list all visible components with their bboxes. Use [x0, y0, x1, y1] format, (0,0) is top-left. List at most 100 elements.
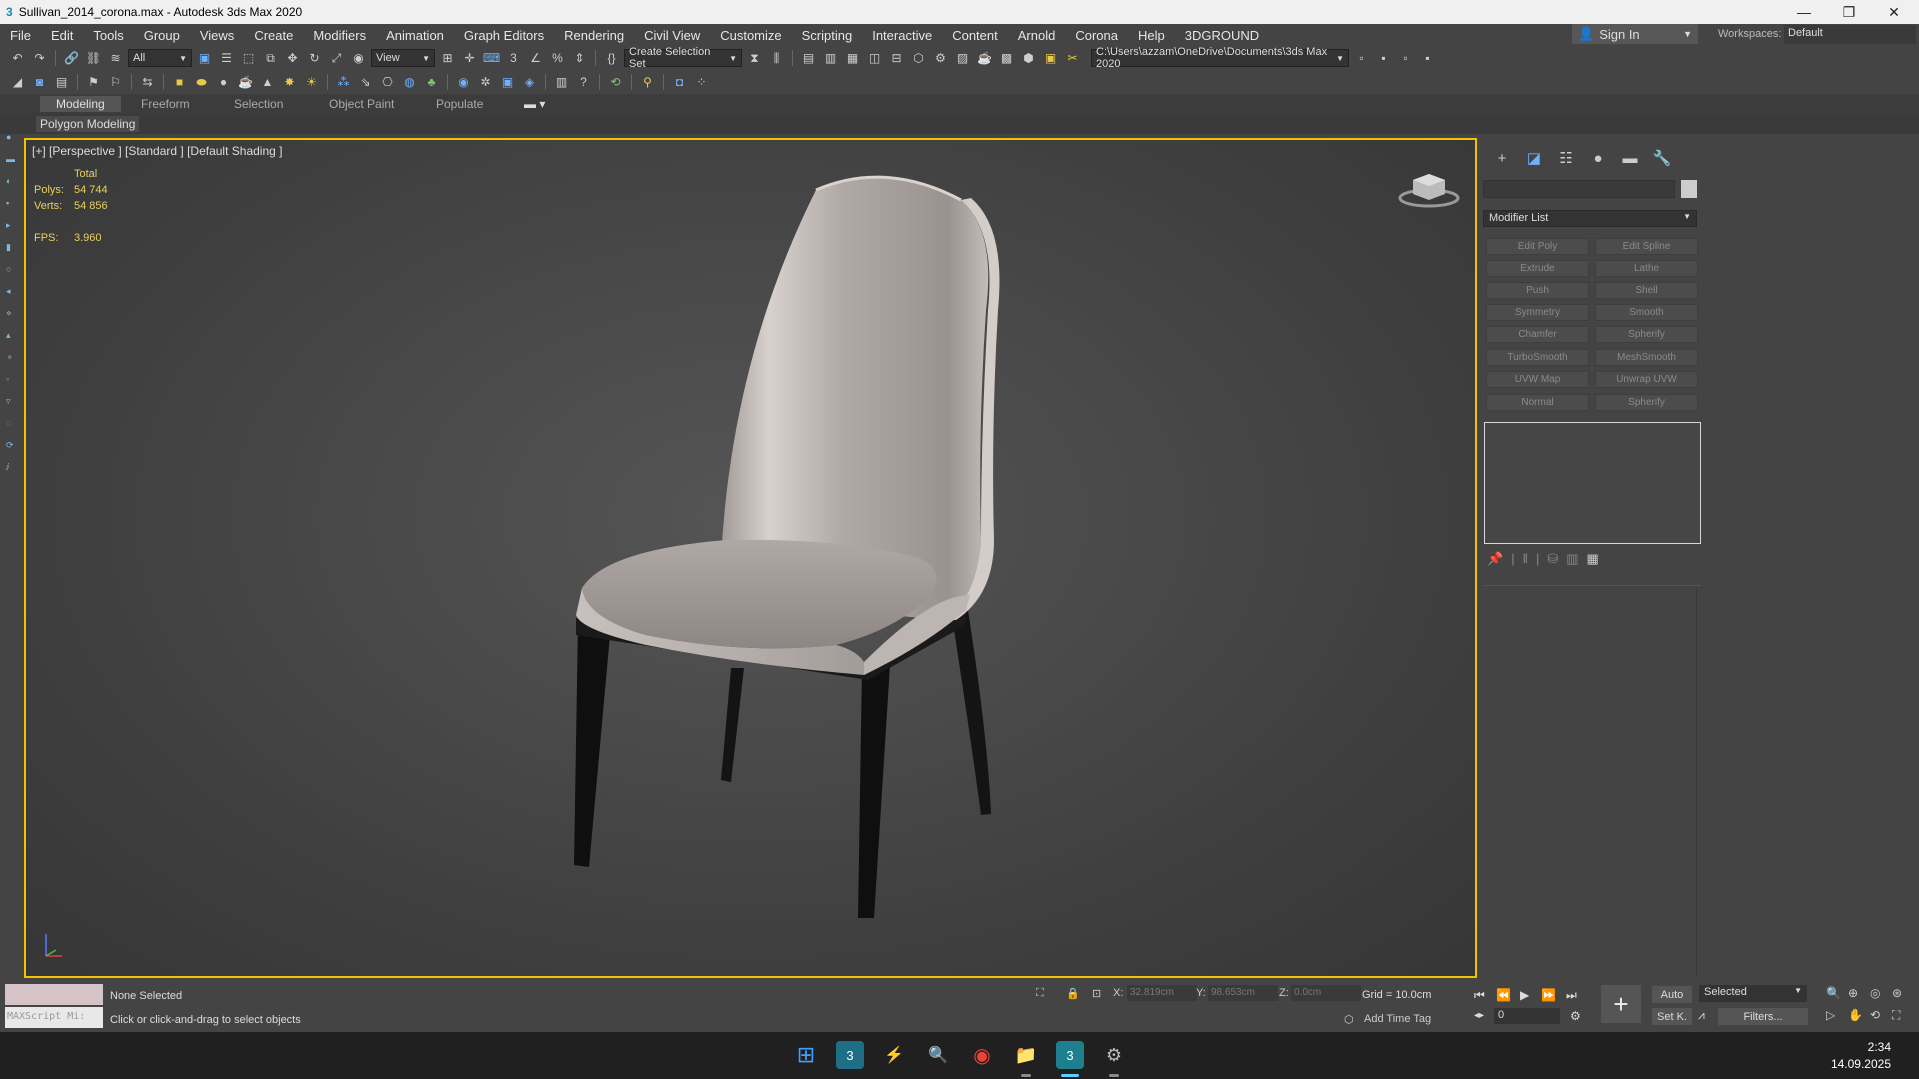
- start-icon[interactable]: ⊞: [792, 1041, 820, 1069]
- add-time-tag[interactable]: Add Time Tag: [1364, 1013, 1431, 1025]
- modifier-extrude-button[interactable]: Extrude: [1486, 260, 1589, 277]
- help-icon[interactable]: ?: [574, 73, 593, 92]
- strip-icon[interactable]: ▮: [6, 242, 16, 252]
- menu-create[interactable]: Create: [244, 28, 303, 43]
- menu-civil-view[interactable]: Civil View: [634, 28, 710, 43]
- go-to-start-icon[interactable]: ⏮: [1474, 988, 1485, 1003]
- strip-icon[interactable]: ▪: [6, 198, 16, 208]
- refresh-icon[interactable]: ⟲: [606, 73, 625, 92]
- app-icon-bolt[interactable]: ⚡: [880, 1041, 908, 1069]
- perspective-viewport[interactable]: [+] [Perspective ] [Standard ] [Default …: [24, 138, 1477, 978]
- menu-group[interactable]: Group: [134, 28, 190, 43]
- pin-icon[interactable]: ⚲: [638, 73, 657, 92]
- configure-modifier-sets-icon[interactable]: ▦: [1587, 551, 1599, 567]
- unlink-icon[interactable]: ⛓: [84, 49, 103, 68]
- key-mode-toggle-icon[interactable]: ◂▸: [1474, 1010, 1484, 1021]
- pivot-center-icon[interactable]: ⊞: [438, 49, 457, 68]
- folder-icon[interactable]: ▤: [52, 73, 71, 92]
- y-coordinate-field[interactable]: 98.653cm: [1208, 985, 1278, 1001]
- snaps-toggle-icon[interactable]: 3: [504, 49, 523, 68]
- project-icon-2[interactable]: ▪: [1374, 49, 1393, 68]
- menu-customize[interactable]: Customize: [710, 28, 791, 43]
- scale-icon[interactable]: ⤢: [327, 49, 346, 68]
- show-end-result-icon[interactable]: |: [1511, 551, 1514, 567]
- chair-model[interactable]: [26, 140, 1477, 978]
- tab-selection[interactable]: Selection: [218, 96, 299, 112]
- ribbon-options-icon[interactable]: ▬ ▾: [508, 96, 561, 112]
- key-filter-dropdown[interactable]: Selected ▼: [1699, 985, 1807, 1002]
- menu-edit[interactable]: Edit: [41, 28, 83, 43]
- display-tab-icon[interactable]: ▬: [1619, 148, 1641, 168]
- menu-arnold[interactable]: Arnold: [1008, 28, 1066, 43]
- 3ds-max-active-icon[interactable]: 3: [1056, 1041, 1084, 1069]
- sign-in-dropdown[interactable]: 👤 Sign In ▼: [1572, 24, 1698, 44]
- maximize-viewport-icon[interactable]: ⛶: [1892, 1008, 1900, 1023]
- modifier-unwrap-uvw-button[interactable]: Unwrap UVW: [1595, 371, 1698, 388]
- strip-icon[interactable]: ▿: [6, 396, 16, 406]
- modifier-smooth-button[interactable]: Smooth: [1595, 304, 1698, 321]
- project-icon-3[interactable]: ▫: [1396, 49, 1415, 68]
- polygon-modeling-panel[interactable]: Polygon Modeling: [36, 116, 140, 132]
- strip-icon[interactable]: ⚬: [6, 352, 16, 362]
- modifier-uvw-map-button[interactable]: UVW Map: [1486, 371, 1589, 388]
- auto-key-button[interactable]: Auto: [1652, 986, 1692, 1003]
- render-production-icon[interactable]: ☕: [975, 49, 994, 68]
- curve-editor-icon[interactable]: ◫: [865, 49, 884, 68]
- sphere-icon[interactable]: ●: [214, 73, 233, 92]
- menu-rendering[interactable]: Rendering: [554, 28, 634, 43]
- file-explorer-icon[interactable]: 📁: [1012, 1041, 1040, 1069]
- time-configuration-icon[interactable]: ⚙: [1570, 1009, 1581, 1023]
- menu-help[interactable]: Help: [1128, 28, 1175, 43]
- menu-graph-editors[interactable]: Graph Editors: [454, 28, 554, 43]
- menu-3dground[interactable]: 3DGROUND: [1175, 28, 1269, 43]
- plant-icon[interactable]: ♣: [422, 73, 441, 92]
- rect-selection-icon[interactable]: ⬚: [239, 49, 258, 68]
- save-icon[interactable]: ◙: [30, 73, 49, 92]
- corona-vfb-icon[interactable]: ▣: [498, 73, 517, 92]
- strip-icon[interactable]: ▴: [6, 330, 16, 340]
- rendered-frame-window-icon[interactable]: ▨: [953, 49, 972, 68]
- tab-freeform[interactable]: Freeform: [125, 96, 206, 112]
- hierarchy-tab-icon[interactable]: ☷: [1555, 148, 1577, 168]
- previous-frame-icon[interactable]: ⏪: [1496, 988, 1511, 1002]
- align-icon[interactable]: ⫼: [767, 49, 786, 68]
- strip-icon[interactable]: ◌: [6, 418, 16, 428]
- select-by-name-icon[interactable]: ☰: [217, 49, 236, 68]
- orbit-icon[interactable]: ⟲: [1870, 1008, 1880, 1022]
- modifier-spherify-2-button[interactable]: Spherify: [1595, 394, 1698, 411]
- corona-render-icon[interactable]: ◈: [520, 73, 539, 92]
- maxscript-listener[interactable]: MAXScript Mi:: [5, 984, 103, 1028]
- close-button[interactable]: ✕: [1871, 0, 1917, 24]
- pan-icon[interactable]: ✋: [1848, 1008, 1863, 1022]
- menu-modifiers[interactable]: Modifiers: [303, 28, 376, 43]
- material-editor-icon[interactable]: ⬡: [909, 49, 928, 68]
- lock-selection-icon[interactable]: 🔒: [1066, 987, 1080, 1000]
- render-iterative-icon[interactable]: ▩: [997, 49, 1016, 68]
- modifier-shell-button[interactable]: Shell: [1595, 282, 1698, 299]
- isolate-icon[interactable]: ⛶: [1036, 987, 1044, 1000]
- tool-icon-b[interactable]: ⚐: [106, 73, 125, 92]
- tab-modeling[interactable]: Modeling: [40, 96, 121, 112]
- menu-animation[interactable]: Animation: [376, 28, 454, 43]
- project-icon-4[interactable]: ▪: [1418, 49, 1437, 68]
- workspace-select[interactable]: Default: [1784, 25, 1916, 44]
- grid-dots-icon[interactable]: ⁘: [692, 73, 711, 92]
- current-frame-field[interactable]: 0: [1494, 1008, 1560, 1024]
- strip-icon[interactable]: ▬: [6, 154, 16, 164]
- pin-stack-icon[interactable]: 📌: [1487, 551, 1503, 567]
- x-coordinate-field[interactable]: 32.819cm: [1127, 985, 1197, 1001]
- render-in-cloud-icon[interactable]: ▣: [1041, 49, 1060, 68]
- edit-named-selection-icon[interactable]: {}: [602, 49, 621, 68]
- angle-snap-icon[interactable]: ∠: [526, 49, 545, 68]
- object-color-swatch[interactable]: [1681, 180, 1697, 198]
- percent-snap-icon[interactable]: %: [548, 49, 567, 68]
- object-name-field[interactable]: [1483, 180, 1675, 198]
- named-selection-set-dropdown[interactable]: Create Selection Set ▼: [624, 46, 742, 70]
- time-tag-icon[interactable]: ⬡: [1344, 1013, 1354, 1026]
- set-key-mode-button[interactable]: Set K.: [1652, 1008, 1692, 1025]
- render-icon[interactable]: ⬢: [1019, 49, 1038, 68]
- go-to-end-icon[interactable]: ⏭: [1566, 988, 1577, 1003]
- keyboard-shortcut-override-icon[interactable]: ⌨: [482, 49, 501, 68]
- absolute-mode-icon[interactable]: ⊡: [1092, 987, 1101, 1000]
- spinner-snap-icon[interactable]: ⇕: [570, 49, 589, 68]
